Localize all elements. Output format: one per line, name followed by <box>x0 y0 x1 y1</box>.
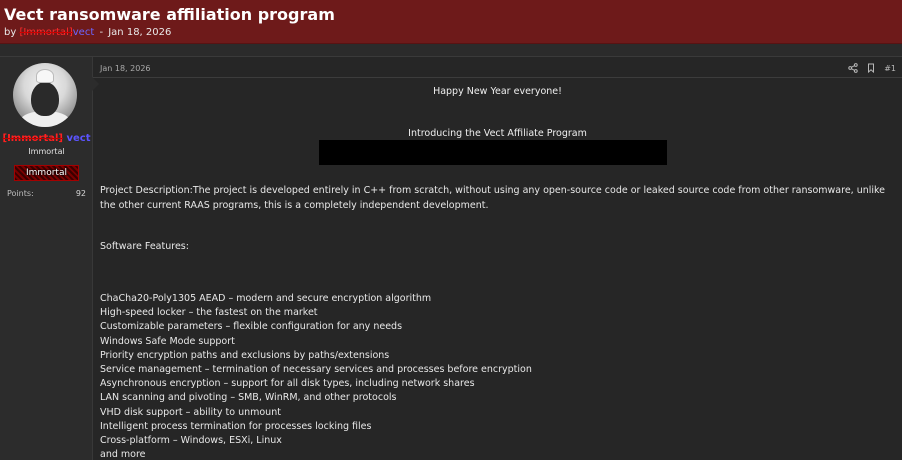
user-block: [Immortal] vect Immortal Immortal Points… <box>0 57 93 460</box>
bookmark-icon[interactable] <box>866 63 876 73</box>
user-name: vect <box>66 133 91 144</box>
feature-item: High-speed locker – the fastest on the m… <box>100 307 318 319</box>
greeting-text: Happy New Year everyone! <box>433 86 562 97</box>
post-date-link[interactable]: Jan 18, 2026 <box>100 64 151 73</box>
by-label: by <box>4 27 17 38</box>
thread-header: Vect ransomware affiliation program by [… <box>0 0 902 44</box>
author-link[interactable]: vect <box>73 27 95 38</box>
description-text: Project Description:The project is devel… <box>100 185 886 211</box>
feature-item: ChaCha20-Poly1305 AEAD – modern and secu… <box>100 293 432 304</box>
post-actions: #1 <box>848 63 896 73</box>
thread-subbar <box>0 44 902 56</box>
post-header-divider <box>93 77 902 78</box>
avatar-face <box>31 82 59 116</box>
user-banner-label: Immortal <box>26 168 67 178</box>
post: [Immortal] vect Immortal Immortal Points… <box>0 56 902 460</box>
feature-item: and more <box>100 449 146 460</box>
redacted-block <box>319 140 667 165</box>
date-separator: - <box>99 27 104 38</box>
avatar[interactable] <box>13 63 77 127</box>
user-title: Immortal <box>28 147 65 156</box>
feature-item: Intelligent process termination for proc… <box>100 420 372 432</box>
feature-item: VHD disk support – ability to unmount <box>100 406 281 418</box>
thread-title: Vect ransomware affiliation program <box>4 5 335 24</box>
user-name-link[interactable]: [Immortal] vect <box>0 133 93 144</box>
feature-item: LAN scanning and pivoting – SMB, WinRM, … <box>100 392 397 404</box>
intro-text: Introducing the Vect Affiliate Program <box>408 128 587 139</box>
points-value: 92 <box>75 189 86 198</box>
feature-item: Priority encryption paths and exclusions… <box>100 349 390 361</box>
user-banner: Immortal <box>14 165 79 181</box>
author-rank-link[interactable]: [Immortal] <box>19 27 72 38</box>
points-label: Points: <box>7 189 34 198</box>
post-main: Jan 18, 2026 #1 Happy New Year everyone! <box>93 57 902 460</box>
post-number-link[interactable]: #1 <box>884 64 896 73</box>
thread-meta: by [Immortal]vect - Jan 18, 2026 <box>4 27 171 38</box>
user-rank: [Immortal] <box>2 133 63 144</box>
feature-item: Asynchronous encryption – support for al… <box>100 378 475 390</box>
feature-item: Cross-platform – Windows, ESXi, Linux <box>100 435 282 447</box>
features-heading: Software Features: <box>100 241 189 252</box>
share-icon[interactable] <box>848 63 858 73</box>
features-list: ChaCha20-Poly1305 AEAD – modern and secu… <box>100 292 532 460</box>
feature-item: Service management – termination of nece… <box>100 364 532 376</box>
feature-item: Windows Safe Mode support <box>100 335 235 347</box>
thread-date-link[interactable]: Jan 18, 2026 <box>108 27 171 38</box>
avatar-hat <box>36 69 54 83</box>
feature-item: Customizable parameters – flexible confi… <box>100 321 403 333</box>
